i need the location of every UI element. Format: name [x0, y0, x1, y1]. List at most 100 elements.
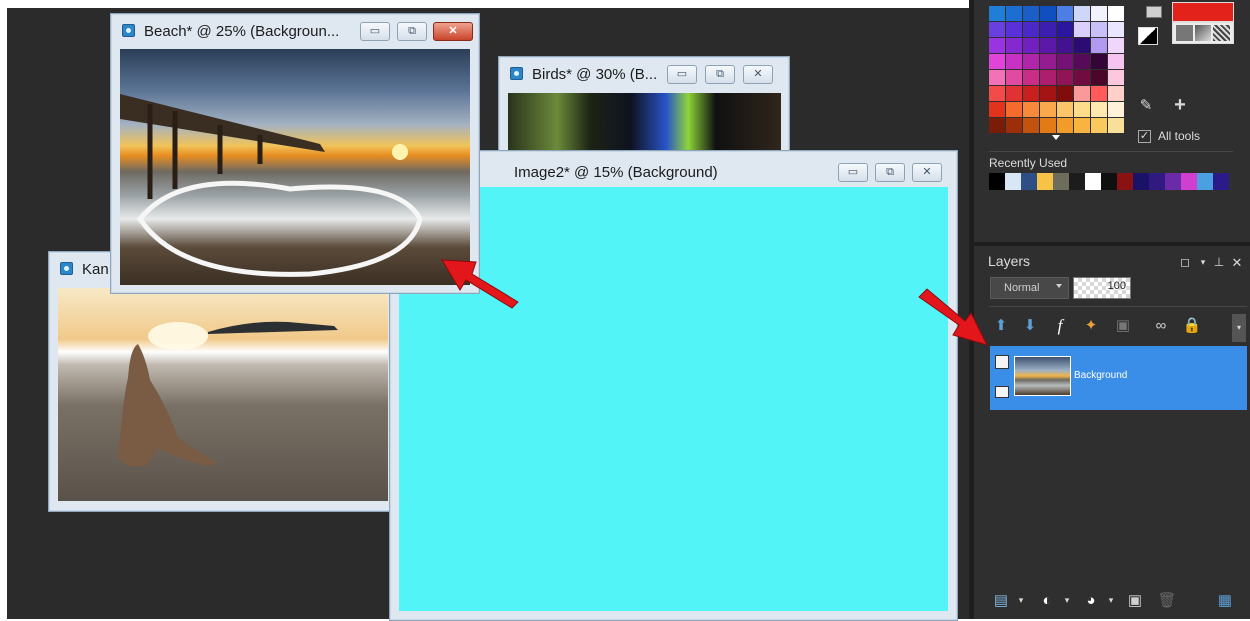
- palette-swatch[interactable]: [989, 54, 1005, 69]
- add-swatch-icon[interactable]: +: [1169, 94, 1191, 116]
- palette-swatch[interactable]: [1057, 38, 1073, 53]
- palette-swatch[interactable]: [1108, 38, 1124, 53]
- minimize-button[interactable]: ▭: [360, 22, 390, 41]
- layer-mask-icon[interactable]: ▣: [1112, 314, 1134, 336]
- move-layer-up-icon[interactable]: ⬆: [990, 314, 1012, 336]
- palette-swatch[interactable]: [1074, 86, 1090, 101]
- palette-swatch[interactable]: [1006, 70, 1022, 85]
- blend-mode-dropdown[interactable]: Normal: [990, 277, 1069, 299]
- palette-swatch[interactable]: [1091, 6, 1107, 21]
- palette-swatch[interactable]: [1006, 118, 1022, 133]
- palette-swatch[interactable]: [1057, 22, 1073, 37]
- adjustment-layer-icon[interactable]: ◐: [1036, 589, 1058, 611]
- palette-swatch[interactable]: [1040, 22, 1056, 37]
- layer-type-icon[interactable]: [995, 355, 1009, 369]
- palette-swatch[interactable]: [1108, 22, 1124, 37]
- recent-color-swatch[interactable]: [1197, 173, 1213, 190]
- link-icon[interactable]: ∞: [1150, 314, 1172, 336]
- kangaroo-photo[interactable]: [58, 288, 388, 501]
- palette-swatch[interactable]: [1040, 54, 1056, 69]
- palette-swatch[interactable]: [989, 70, 1005, 85]
- palette-swatch[interactable]: [989, 118, 1005, 133]
- recent-color-swatch[interactable]: [1037, 173, 1053, 190]
- edit-selection-icon[interactable]: ✦: [1080, 314, 1102, 336]
- birds-titlebar[interactable]: Birds* @ 30% (B... ▭ ⧉ ✕: [499, 57, 789, 91]
- recent-color-swatch[interactable]: [1069, 173, 1085, 190]
- palette-scroll-arrow[interactable]: [1052, 135, 1060, 140]
- recent-color-swatch[interactable]: [1117, 173, 1133, 190]
- palette-swatch[interactable]: [1074, 54, 1090, 69]
- palette-swatch[interactable]: [1108, 102, 1124, 117]
- palette-swatch[interactable]: [1023, 54, 1039, 69]
- palette-swatch[interactable]: [1091, 118, 1107, 133]
- palette-swatch[interactable]: [1006, 86, 1022, 101]
- mask-menu-arrow[interactable]: ▾: [1100, 589, 1122, 611]
- palette-swatch[interactable]: [1057, 118, 1073, 133]
- palette-swatch[interactable]: [989, 22, 1005, 37]
- palette-swatch[interactable]: [1040, 102, 1056, 117]
- palette-swatch[interactable]: [1023, 102, 1039, 117]
- opacity-field[interactable]: 100: [1073, 277, 1131, 299]
- more-tools-icon[interactable]: ▾: [1232, 314, 1246, 342]
- minimize-button[interactable]: ▭: [667, 65, 697, 84]
- palette-swatch[interactable]: [1006, 22, 1022, 37]
- palette-swatch[interactable]: [1006, 102, 1022, 117]
- palette-swatch[interactable]: [1074, 22, 1090, 37]
- palette-swatch[interactable]: [989, 38, 1005, 53]
- delete-layer-icon[interactable]: 🗑: [1156, 589, 1178, 611]
- visibility-eye-icon[interactable]: [995, 386, 1009, 398]
- palette-swatch[interactable]: [1057, 54, 1073, 69]
- palette-swatch[interactable]: [1040, 118, 1056, 133]
- palette-swatch[interactable]: [1040, 86, 1056, 101]
- layer-properties-icon[interactable]: ▦: [1214, 589, 1236, 611]
- palette-swatch[interactable]: [1091, 102, 1107, 117]
- all-tools-checkbox[interactable]: ✓: [1138, 130, 1151, 143]
- eyedropper-icon[interactable]: ✎: [1135, 94, 1157, 116]
- material-style-buttons[interactable]: [1176, 25, 1231, 41]
- palette-swatch[interactable]: [1040, 6, 1056, 21]
- palette-swatch[interactable]: [1074, 70, 1090, 85]
- palette-swatch[interactable]: [1006, 54, 1022, 69]
- lock-icon[interactable]: 🔒: [1181, 314, 1203, 336]
- layer-row-background[interactable]: Background: [990, 346, 1247, 410]
- recent-color-swatch[interactable]: [1053, 173, 1069, 190]
- palette-swatch[interactable]: [1074, 38, 1090, 53]
- color-palette[interactable]: [989, 6, 1124, 133]
- palette-swatch[interactable]: [1023, 22, 1039, 37]
- recent-color-swatch[interactable]: [1101, 173, 1117, 190]
- beach-photo[interactable]: [120, 49, 470, 285]
- recent-color-swatch[interactable]: [1085, 173, 1101, 190]
- palette-swatch[interactable]: [1108, 70, 1124, 85]
- beach-window[interactable]: Beach* @ 25% (Backgroun... ▭ ⧉ ✕: [110, 13, 480, 294]
- palette-swatch[interactable]: [1023, 6, 1039, 21]
- palette-swatch[interactable]: [1023, 118, 1039, 133]
- palette-swatch[interactable]: [1108, 86, 1124, 101]
- new-layer-icon[interactable]: ▤: [990, 589, 1012, 611]
- group-layers-icon[interactable]: ▣: [1124, 589, 1146, 611]
- palette-swatch[interactable]: [1040, 70, 1056, 85]
- palette-swatch[interactable]: [1074, 6, 1090, 21]
- palette-swatch[interactable]: [1108, 54, 1124, 69]
- recent-color-swatch[interactable]: [1165, 173, 1181, 190]
- close-button[interactable]: ✕: [433, 22, 473, 41]
- palette-swatch[interactable]: [1006, 6, 1022, 21]
- pattern-style-icon[interactable]: [1213, 25, 1231, 41]
- restore-button[interactable]: ⧉: [705, 65, 735, 84]
- palette-swatch[interactable]: [1006, 38, 1022, 53]
- recent-color-swatch[interactable]: [1181, 173, 1197, 190]
- gradient-style-icon[interactable]: [1194, 25, 1212, 41]
- palette-swatch[interactable]: [1091, 86, 1107, 101]
- palette-swatch[interactable]: [989, 6, 1005, 21]
- palette-swatch[interactable]: [989, 102, 1005, 117]
- swap-colors-icon[interactable]: [1146, 6, 1162, 18]
- minimize-button[interactable]: ▭: [838, 163, 868, 182]
- palette-swatch[interactable]: [1074, 102, 1090, 117]
- adjustment-menu-arrow[interactable]: ▾: [1056, 589, 1078, 611]
- palette-swatch[interactable]: [1023, 70, 1039, 85]
- palette-swatch[interactable]: [1023, 38, 1039, 53]
- foreground-background-icon[interactable]: [1138, 27, 1158, 45]
- restore-button[interactable]: ⧉: [397, 22, 427, 41]
- palette-swatch[interactable]: [1108, 6, 1124, 21]
- recent-color-swatch[interactable]: [1213, 173, 1229, 190]
- recent-colors[interactable]: [989, 173, 1229, 190]
